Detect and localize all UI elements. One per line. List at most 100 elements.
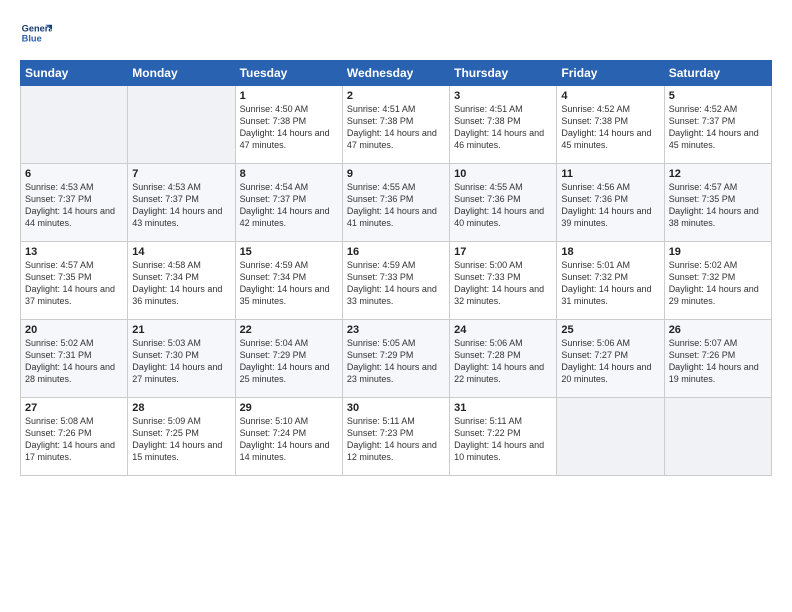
calendar-cell: 5Sunrise: 4:52 AM Sunset: 7:37 PM Daylig… [664, 86, 771, 164]
calendar-header-row: SundayMondayTuesdayWednesdayThursdayFrid… [21, 61, 772, 86]
day-info: Sunrise: 5:00 AM Sunset: 7:33 PM Dayligh… [454, 259, 552, 308]
day-info: Sunrise: 4:53 AM Sunset: 7:37 PM Dayligh… [25, 181, 123, 230]
day-number: 31 [454, 402, 552, 414]
day-number: 24 [454, 324, 552, 336]
day-number: 1 [240, 90, 338, 102]
day-number: 8 [240, 168, 338, 180]
col-header-thursday: Thursday [450, 61, 557, 86]
calendar-cell: 21Sunrise: 5:03 AM Sunset: 7:30 PM Dayli… [128, 320, 235, 398]
day-info: Sunrise: 5:11 AM Sunset: 7:23 PM Dayligh… [347, 415, 445, 464]
day-number: 27 [25, 402, 123, 414]
day-info: Sunrise: 5:04 AM Sunset: 7:29 PM Dayligh… [240, 337, 338, 386]
day-number: 2 [347, 90, 445, 102]
day-info: Sunrise: 5:06 AM Sunset: 7:28 PM Dayligh… [454, 337, 552, 386]
calendar-cell: 24Sunrise: 5:06 AM Sunset: 7:28 PM Dayli… [450, 320, 557, 398]
day-number: 28 [132, 402, 230, 414]
day-info: Sunrise: 5:09 AM Sunset: 7:25 PM Dayligh… [132, 415, 230, 464]
calendar-cell [128, 86, 235, 164]
day-info: Sunrise: 5:02 AM Sunset: 7:32 PM Dayligh… [669, 259, 767, 308]
day-info: Sunrise: 4:58 AM Sunset: 7:34 PM Dayligh… [132, 259, 230, 308]
day-number: 10 [454, 168, 552, 180]
svg-text:Blue: Blue [22, 34, 42, 44]
day-info: Sunrise: 4:50 AM Sunset: 7:38 PM Dayligh… [240, 103, 338, 152]
day-number: 20 [25, 324, 123, 336]
day-number: 9 [347, 168, 445, 180]
day-number: 5 [669, 90, 767, 102]
day-info: Sunrise: 5:08 AM Sunset: 7:26 PM Dayligh… [25, 415, 123, 464]
calendar-cell: 11Sunrise: 4:56 AM Sunset: 7:36 PM Dayli… [557, 164, 664, 242]
day-info: Sunrise: 4:55 AM Sunset: 7:36 PM Dayligh… [454, 181, 552, 230]
col-header-saturday: Saturday [664, 61, 771, 86]
calendar-cell: 6Sunrise: 4:53 AM Sunset: 7:37 PM Daylig… [21, 164, 128, 242]
day-number: 17 [454, 246, 552, 258]
day-info: Sunrise: 5:11 AM Sunset: 7:22 PM Dayligh… [454, 415, 552, 464]
calendar-cell: 7Sunrise: 4:53 AM Sunset: 7:37 PM Daylig… [128, 164, 235, 242]
day-number: 18 [561, 246, 659, 258]
calendar-cell: 28Sunrise: 5:09 AM Sunset: 7:25 PM Dayli… [128, 398, 235, 476]
calendar-cell [557, 398, 664, 476]
calendar-cell: 2Sunrise: 4:51 AM Sunset: 7:38 PM Daylig… [342, 86, 449, 164]
day-info: Sunrise: 5:06 AM Sunset: 7:27 PM Dayligh… [561, 337, 659, 386]
calendar-cell: 15Sunrise: 4:59 AM Sunset: 7:34 PM Dayli… [235, 242, 342, 320]
day-number: 22 [240, 324, 338, 336]
day-number: 23 [347, 324, 445, 336]
day-info: Sunrise: 4:52 AM Sunset: 7:38 PM Dayligh… [561, 103, 659, 152]
day-number: 15 [240, 246, 338, 258]
week-row-4: 20Sunrise: 5:02 AM Sunset: 7:31 PM Dayli… [21, 320, 772, 398]
day-info: Sunrise: 4:59 AM Sunset: 7:33 PM Dayligh… [347, 259, 445, 308]
week-row-5: 27Sunrise: 5:08 AM Sunset: 7:26 PM Dayli… [21, 398, 772, 476]
calendar-cell: 1Sunrise: 4:50 AM Sunset: 7:38 PM Daylig… [235, 86, 342, 164]
day-info: Sunrise: 4:51 AM Sunset: 7:38 PM Dayligh… [454, 103, 552, 152]
day-info: Sunrise: 4:51 AM Sunset: 7:38 PM Dayligh… [347, 103, 445, 152]
day-number: 30 [347, 402, 445, 414]
calendar-cell: 30Sunrise: 5:11 AM Sunset: 7:23 PM Dayli… [342, 398, 449, 476]
calendar-cell: 20Sunrise: 5:02 AM Sunset: 7:31 PM Dayli… [21, 320, 128, 398]
day-info: Sunrise: 4:52 AM Sunset: 7:37 PM Dayligh… [669, 103, 767, 152]
day-info: Sunrise: 5:02 AM Sunset: 7:31 PM Dayligh… [25, 337, 123, 386]
day-number: 12 [669, 168, 767, 180]
logo: General Blue [20, 18, 52, 50]
calendar-cell: 22Sunrise: 5:04 AM Sunset: 7:29 PM Dayli… [235, 320, 342, 398]
col-header-tuesday: Tuesday [235, 61, 342, 86]
day-number: 4 [561, 90, 659, 102]
day-info: Sunrise: 5:01 AM Sunset: 7:32 PM Dayligh… [561, 259, 659, 308]
calendar-cell: 18Sunrise: 5:01 AM Sunset: 7:32 PM Dayli… [557, 242, 664, 320]
calendar-cell: 19Sunrise: 5:02 AM Sunset: 7:32 PM Dayli… [664, 242, 771, 320]
day-info: Sunrise: 5:03 AM Sunset: 7:30 PM Dayligh… [132, 337, 230, 386]
day-number: 14 [132, 246, 230, 258]
day-info: Sunrise: 4:56 AM Sunset: 7:36 PM Dayligh… [561, 181, 659, 230]
day-info: Sunrise: 4:53 AM Sunset: 7:37 PM Dayligh… [132, 181, 230, 230]
day-number: 19 [669, 246, 767, 258]
day-number: 7 [132, 168, 230, 180]
calendar-table: SundayMondayTuesdayWednesdayThursdayFrid… [20, 60, 772, 476]
day-number: 11 [561, 168, 659, 180]
calendar-cell: 12Sunrise: 4:57 AM Sunset: 7:35 PM Dayli… [664, 164, 771, 242]
day-number: 21 [132, 324, 230, 336]
day-info: Sunrise: 4:54 AM Sunset: 7:37 PM Dayligh… [240, 181, 338, 230]
calendar-cell: 14Sunrise: 4:58 AM Sunset: 7:34 PM Dayli… [128, 242, 235, 320]
calendar-cell: 27Sunrise: 5:08 AM Sunset: 7:26 PM Dayli… [21, 398, 128, 476]
day-number: 13 [25, 246, 123, 258]
day-info: Sunrise: 4:59 AM Sunset: 7:34 PM Dayligh… [240, 259, 338, 308]
week-row-1: 1Sunrise: 4:50 AM Sunset: 7:38 PM Daylig… [21, 86, 772, 164]
day-info: Sunrise: 5:07 AM Sunset: 7:26 PM Dayligh… [669, 337, 767, 386]
col-header-monday: Monday [128, 61, 235, 86]
day-info: Sunrise: 5:10 AM Sunset: 7:24 PM Dayligh… [240, 415, 338, 464]
calendar-cell: 23Sunrise: 5:05 AM Sunset: 7:29 PM Dayli… [342, 320, 449, 398]
calendar-cell: 26Sunrise: 5:07 AM Sunset: 7:26 PM Dayli… [664, 320, 771, 398]
calendar-cell: 16Sunrise: 4:59 AM Sunset: 7:33 PM Dayli… [342, 242, 449, 320]
day-number: 3 [454, 90, 552, 102]
calendar-cell: 17Sunrise: 5:00 AM Sunset: 7:33 PM Dayli… [450, 242, 557, 320]
calendar-cell: 25Sunrise: 5:06 AM Sunset: 7:27 PM Dayli… [557, 320, 664, 398]
week-row-3: 13Sunrise: 4:57 AM Sunset: 7:35 PM Dayli… [21, 242, 772, 320]
calendar-cell: 29Sunrise: 5:10 AM Sunset: 7:24 PM Dayli… [235, 398, 342, 476]
header: General Blue [20, 18, 772, 50]
day-info: Sunrise: 4:57 AM Sunset: 7:35 PM Dayligh… [25, 259, 123, 308]
calendar-cell: 4Sunrise: 4:52 AM Sunset: 7:38 PM Daylig… [557, 86, 664, 164]
day-info: Sunrise: 4:55 AM Sunset: 7:36 PM Dayligh… [347, 181, 445, 230]
day-number: 29 [240, 402, 338, 414]
day-number: 16 [347, 246, 445, 258]
calendar-cell: 8Sunrise: 4:54 AM Sunset: 7:37 PM Daylig… [235, 164, 342, 242]
calendar-cell [21, 86, 128, 164]
calendar-cell: 10Sunrise: 4:55 AM Sunset: 7:36 PM Dayli… [450, 164, 557, 242]
